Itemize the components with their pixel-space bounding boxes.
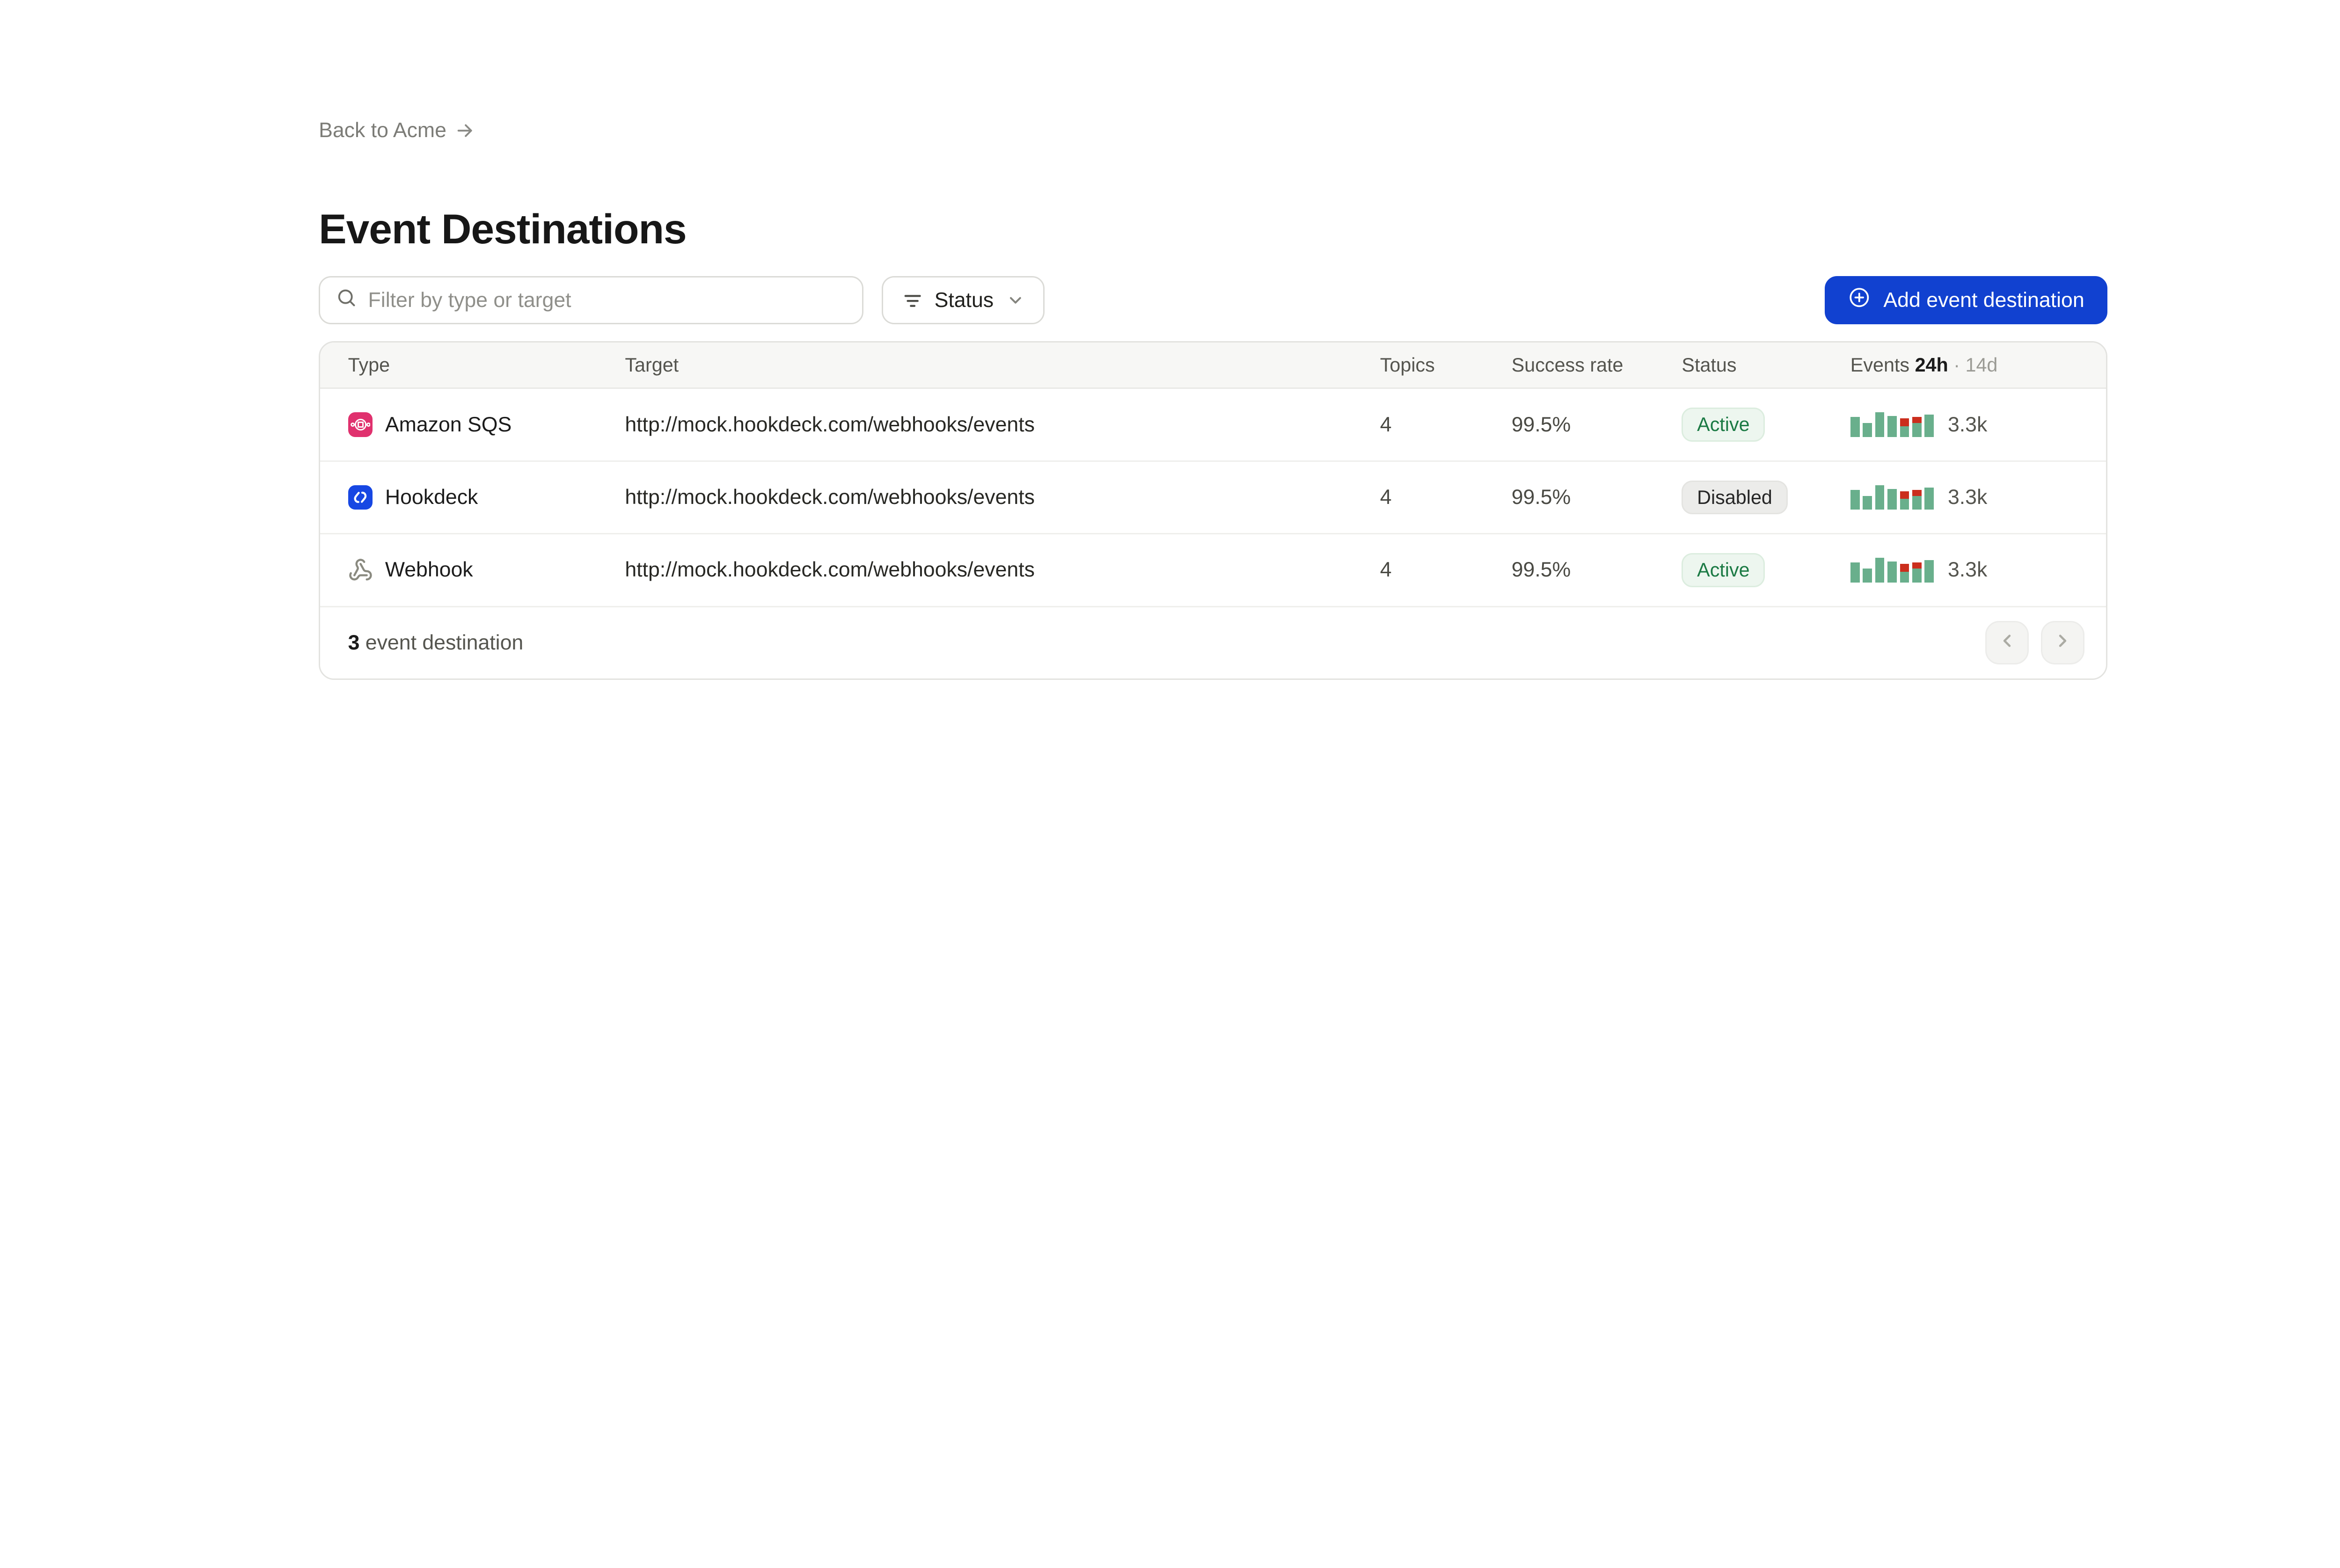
column-header-target: Target bbox=[625, 354, 1380, 376]
destination-type-label: Hookdeck bbox=[385, 486, 478, 509]
pagination bbox=[1985, 621, 2084, 664]
column-header-type: Type bbox=[348, 354, 625, 376]
toolbar: Status Add event destination bbox=[319, 276, 2107, 324]
destination-topics: 4 bbox=[1380, 486, 1512, 509]
webhook-icon bbox=[348, 558, 373, 583]
events-count: 3.3k bbox=[1948, 413, 1987, 437]
events-sparkline bbox=[1850, 485, 1934, 510]
amazon-sqs-icon bbox=[348, 412, 373, 437]
status-filter-label: Status bbox=[935, 289, 994, 312]
status-filter-button[interactable]: Status bbox=[882, 276, 1044, 324]
event-destinations-page: Back to Acme Event Destinations Status bbox=[0, 0, 2340, 1567]
destination-type-label: Amazon SQS bbox=[385, 413, 512, 437]
column-header-events: Events 24h · 14d bbox=[1850, 354, 2078, 376]
destination-success-rate: 99.5% bbox=[1512, 486, 1682, 509]
hookdeck-icon bbox=[348, 485, 373, 510]
status-badge: Active bbox=[1682, 408, 1765, 442]
events-count: 3.3k bbox=[1948, 558, 1987, 582]
chevron-right-icon bbox=[2053, 628, 2073, 657]
destination-type-label: Webhook bbox=[385, 558, 473, 582]
add-event-destination-label: Add event destination bbox=[1883, 289, 2084, 312]
destination-success-rate: 99.5% bbox=[1512, 558, 1682, 582]
column-header-topics: Topics bbox=[1380, 354, 1512, 376]
table-row-webhook[interactable]: Webhook http://mock.hookdeck.com/webhook… bbox=[320, 534, 2106, 607]
events-sparkline bbox=[1850, 558, 1934, 583]
events-sparkline bbox=[1850, 412, 1934, 437]
back-link[interactable]: Back to Acme bbox=[319, 119, 476, 142]
column-header-status: Status bbox=[1682, 354, 1850, 376]
add-event-destination-button[interactable]: Add event destination bbox=[1825, 276, 2107, 324]
status-badge: Disabled bbox=[1682, 481, 1787, 515]
destination-target: http://mock.hookdeck.com/webhooks/events bbox=[625, 558, 1380, 582]
chevron-left-icon bbox=[1997, 628, 2017, 657]
search-icon bbox=[336, 286, 357, 314]
search-input[interactable] bbox=[368, 289, 847, 312]
back-link-label: Back to Acme bbox=[319, 119, 446, 142]
destination-topics: 4 bbox=[1380, 413, 1512, 437]
events-count: 3.3k bbox=[1948, 486, 1987, 509]
event-destinations-table: Type Target Topics Success rate Status E… bbox=[319, 341, 2107, 679]
table-row-hookdeck[interactable]: Hookdeck http://mock.hookdeck.com/webhoo… bbox=[320, 462, 2106, 534]
table-row-amazon-sqs[interactable]: Amazon SQS http://mock.hookdeck.com/webh… bbox=[320, 389, 2106, 461]
row-count-text: 3 event destination bbox=[348, 631, 524, 655]
column-header-success-rate: Success rate bbox=[1512, 354, 1682, 376]
table-header-row: Type Target Topics Success rate Status E… bbox=[320, 343, 2106, 389]
table-footer: 3 event destination bbox=[320, 607, 2106, 678]
filter-icon bbox=[902, 290, 923, 311]
destination-success-rate: 99.5% bbox=[1512, 413, 1682, 437]
destination-topics: 4 bbox=[1380, 558, 1512, 582]
destination-target: http://mock.hookdeck.com/webhooks/events bbox=[625, 486, 1380, 509]
page-title: Event Destinations bbox=[319, 205, 2107, 253]
search-box[interactable] bbox=[319, 276, 863, 324]
status-badge: Active bbox=[1682, 553, 1765, 587]
next-page-button[interactable] bbox=[2041, 621, 2084, 664]
arrow-right-icon bbox=[454, 120, 475, 141]
plus-circle-icon bbox=[1848, 286, 1871, 314]
chevron-down-icon bbox=[1006, 291, 1025, 310]
destination-target: http://mock.hookdeck.com/webhooks/events bbox=[625, 413, 1380, 437]
previous-page-button[interactable] bbox=[1985, 621, 2029, 664]
